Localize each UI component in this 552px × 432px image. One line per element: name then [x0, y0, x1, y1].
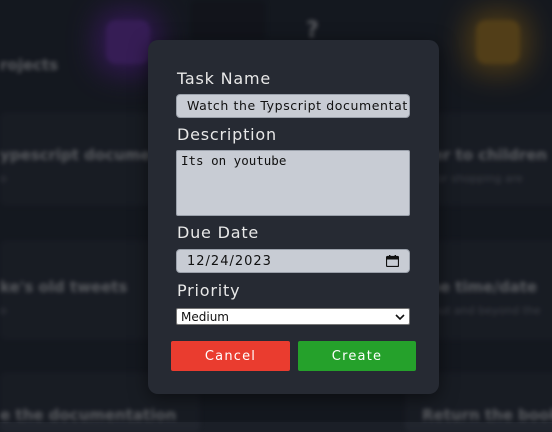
priority-selected-value: Medium — [181, 309, 229, 324]
description-label: Description — [177, 125, 277, 144]
cancel-button[interactable]: Cancel — [171, 341, 290, 371]
due-date-value: 12/24/2023 — [187, 253, 272, 269]
due-date-label: Due Date — [177, 223, 260, 242]
chevron-down-icon — [395, 310, 405, 324]
task-name-input[interactable]: Watch the Typscript documentation — [176, 94, 410, 118]
new-task-modal: Task Name Watch the Typscript documentat… — [148, 40, 439, 394]
priority-label: Priority — [177, 281, 241, 300]
create-button[interactable]: Create — [298, 341, 416, 371]
due-date-input[interactable]: 12/24/2023 — [176, 249, 410, 273]
task-name-label: Task Name — [177, 69, 272, 88]
calendar-icon[interactable] — [385, 255, 400, 268]
priority-select[interactable]: Medium — [176, 308, 410, 325]
description-textarea[interactable]: Its on youtube — [176, 150, 410, 216]
